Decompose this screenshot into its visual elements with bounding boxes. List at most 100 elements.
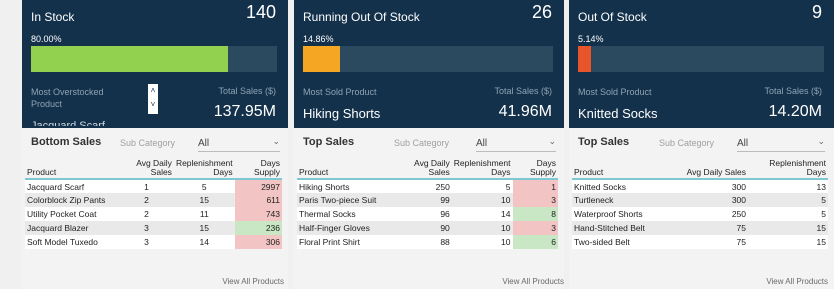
chevron-down-icon[interactable]: ˅ xyxy=(148,98,158,112)
avg-daily-sales-cell: 75 xyxy=(736,223,746,233)
avg-daily-sales-cell: 1 xyxy=(144,181,149,192)
table-row[interactable]: Jacquard Scarf 1 5 2997 xyxy=(25,179,282,193)
avg-daily-sales-cell: 99 xyxy=(440,195,450,205)
chevron-down-icon[interactable]: ⌄ xyxy=(272,136,280,147)
subcategory-dropdown[interactable]: All ⌄ xyxy=(198,134,280,152)
total-sales-label: Total Sales ($) xyxy=(218,86,276,96)
days-supply-cell: 611 xyxy=(234,193,282,207)
running-out-card: Running Out Of Stock 26 14.86% Most Sold… xyxy=(294,0,564,289)
top-sales-section: Top Sales Sub Category All ⌄ Product Avg… xyxy=(294,128,564,289)
table-header-row: Product Avg Daily Sales Replenishment Da… xyxy=(297,158,558,179)
column-header[interactable]: Days Supply xyxy=(235,158,282,179)
top-sales-table: Product Avg Daily Sales Replenishment Da… xyxy=(297,158,558,249)
subcategory-label: Sub Category xyxy=(120,138,176,148)
replenishment-days-cell: 5 xyxy=(821,209,826,219)
most-sold-label: Most Sold Product xyxy=(578,87,652,97)
card-count: 26 xyxy=(531,2,552,22)
column-header[interactable]: Avg Daily Sales xyxy=(119,158,174,179)
total-sales-value: 137.95M xyxy=(213,103,276,120)
avg-daily-sales-cell: 75 xyxy=(736,237,746,247)
view-all-products-link[interactable]: View All Products xyxy=(502,277,564,286)
table-row[interactable]: Jacquard Blazer 3 15 236 xyxy=(25,221,282,235)
chevron-up-icon[interactable]: ˄ xyxy=(148,84,158,98)
subcategory-dropdown[interactable]: All ⌄ xyxy=(476,134,556,152)
table-row[interactable]: Floral Print Shirt 88 10 6 xyxy=(297,235,558,249)
product-cell: Utility Pocket Coat xyxy=(27,209,97,219)
replenishment-days-cell: 14 xyxy=(501,209,511,219)
product-cell: Colorblock Zip Pants xyxy=(27,195,106,205)
days-supply-cell: 236 xyxy=(234,221,282,235)
table-row[interactable]: Half-Finger Gloves 90 10 3 xyxy=(297,221,558,235)
chevron-down-icon[interactable]: ⌄ xyxy=(548,136,556,147)
product-cell: Jacquard Scarf xyxy=(27,181,85,192)
product-cell: Paris Two-piece Suit xyxy=(299,195,377,205)
replenishment-days-cell: 15 xyxy=(816,223,826,233)
product-cell: Knitted Socks xyxy=(574,181,626,192)
most-overstocked-value: Jacquard Scarf xyxy=(31,120,105,126)
stock-progress-fill xyxy=(303,46,341,72)
table-row[interactable]: Two-sided Belt 75 15 xyxy=(572,235,828,249)
view-all-products-link[interactable]: View All Products xyxy=(222,277,284,286)
column-header[interactable]: Product xyxy=(572,158,680,179)
bottom-sales-section: Bottom Sales Sub Category All ⌄ Product … xyxy=(22,128,288,289)
days-supply-cell: 2997 xyxy=(234,179,282,193)
replenishment-days-cell: 15 xyxy=(816,237,826,247)
most-overstocked-label-line1: Most Overstocked xyxy=(31,87,104,97)
section-title: Top Sales xyxy=(303,136,355,148)
replenishment-days-cell: 10 xyxy=(501,237,511,247)
days-supply-cell: 6 xyxy=(512,235,558,249)
card-title: In Stock xyxy=(31,10,75,24)
out-of-stock-card: Out Of Stock 9 5.14% Most Sold Product T… xyxy=(569,0,834,289)
table-row[interactable]: Hand-Stitched Belt 75 15 xyxy=(572,221,828,235)
table-row[interactable]: Knitted Socks 300 13 xyxy=(572,179,828,193)
days-supply-cell: 3 xyxy=(512,221,558,235)
percent-label: 14.86% xyxy=(303,34,334,44)
avg-daily-sales-cell: 250 xyxy=(435,181,450,192)
replenishment-days-cell: 5 xyxy=(505,181,511,192)
view-all-products-link[interactable]: View All Products xyxy=(766,277,828,286)
avg-daily-sales-cell: 3 xyxy=(144,223,149,233)
column-header[interactable]: Avg Daily Sales xyxy=(680,158,748,179)
chevron-down-icon[interactable]: ⌄ xyxy=(817,136,825,147)
card-title: Out Of Stock xyxy=(578,10,647,24)
product-scroller[interactable]: ˄ ˅ xyxy=(148,84,158,114)
dropdown-value: All xyxy=(737,138,749,149)
card-count: 140 xyxy=(245,2,276,22)
avg-daily-sales-cell: 90 xyxy=(440,223,450,233)
column-header[interactable]: Replenishment Days xyxy=(452,158,513,179)
subcategory-label: Sub Category xyxy=(659,138,715,148)
table-row[interactable]: Colorblock Zip Pants 2 15 611 xyxy=(25,193,282,207)
table-row[interactable]: Utility Pocket Coat 2 11 743 xyxy=(25,207,282,221)
product-cell: Two-sided Belt xyxy=(574,237,630,247)
table-row[interactable]: Turtleneck 300 5 xyxy=(572,193,828,207)
replenishment-days-cell: 5 xyxy=(201,181,207,192)
product-cell: Thermal Socks xyxy=(299,209,356,219)
replenishment-days-cell: 14 xyxy=(199,237,210,247)
avg-daily-sales-cell: 250 xyxy=(731,209,746,219)
table-row[interactable]: Paris Two-piece Suit 99 10 3 xyxy=(297,193,558,207)
most-overstocked-label: Most Overstocked Product xyxy=(31,86,104,110)
replenishment-days-cell: 5 xyxy=(821,195,826,205)
replenishment-days-cell: 10 xyxy=(501,223,511,233)
column-header[interactable]: Days Supply xyxy=(513,158,559,179)
column-header[interactable]: Product xyxy=(25,158,119,179)
in-stock-card: In Stock 140 80.00% Most Overstocked Pro… xyxy=(22,0,288,289)
product-cell: Floral Print Shirt xyxy=(299,237,360,247)
product-cell: Half-Finger Gloves xyxy=(299,223,370,233)
avg-daily-sales-cell: 300 xyxy=(731,181,746,192)
column-header[interactable]: Replenishment Days xyxy=(748,158,828,179)
in-stock-summary: In Stock 140 80.00% Most Overstocked Pro… xyxy=(22,0,288,128)
avg-daily-sales-cell: 88 xyxy=(440,237,450,247)
column-header[interactable]: Avg Daily Sales xyxy=(393,158,452,179)
table-row[interactable]: Waterproof Shorts 250 5 xyxy=(572,207,828,221)
column-header[interactable]: Product xyxy=(297,158,393,179)
table-row[interactable]: Hiking Shorts 250 5 1 xyxy=(297,179,558,193)
stock-progress-bar xyxy=(578,46,824,72)
avg-daily-sales-cell: 300 xyxy=(731,195,746,205)
table-row[interactable]: Thermal Socks 96 14 8 xyxy=(297,207,558,221)
avg-daily-sales-cell: 2 xyxy=(144,195,149,205)
table-row[interactable]: Soft Model Tuxedo 3 14 306 xyxy=(25,235,282,249)
column-header[interactable]: Replenishment Days xyxy=(174,158,235,179)
most-sold-value: Hiking Shorts xyxy=(303,106,381,121)
subcategory-dropdown[interactable]: All ⌄ xyxy=(737,134,825,152)
